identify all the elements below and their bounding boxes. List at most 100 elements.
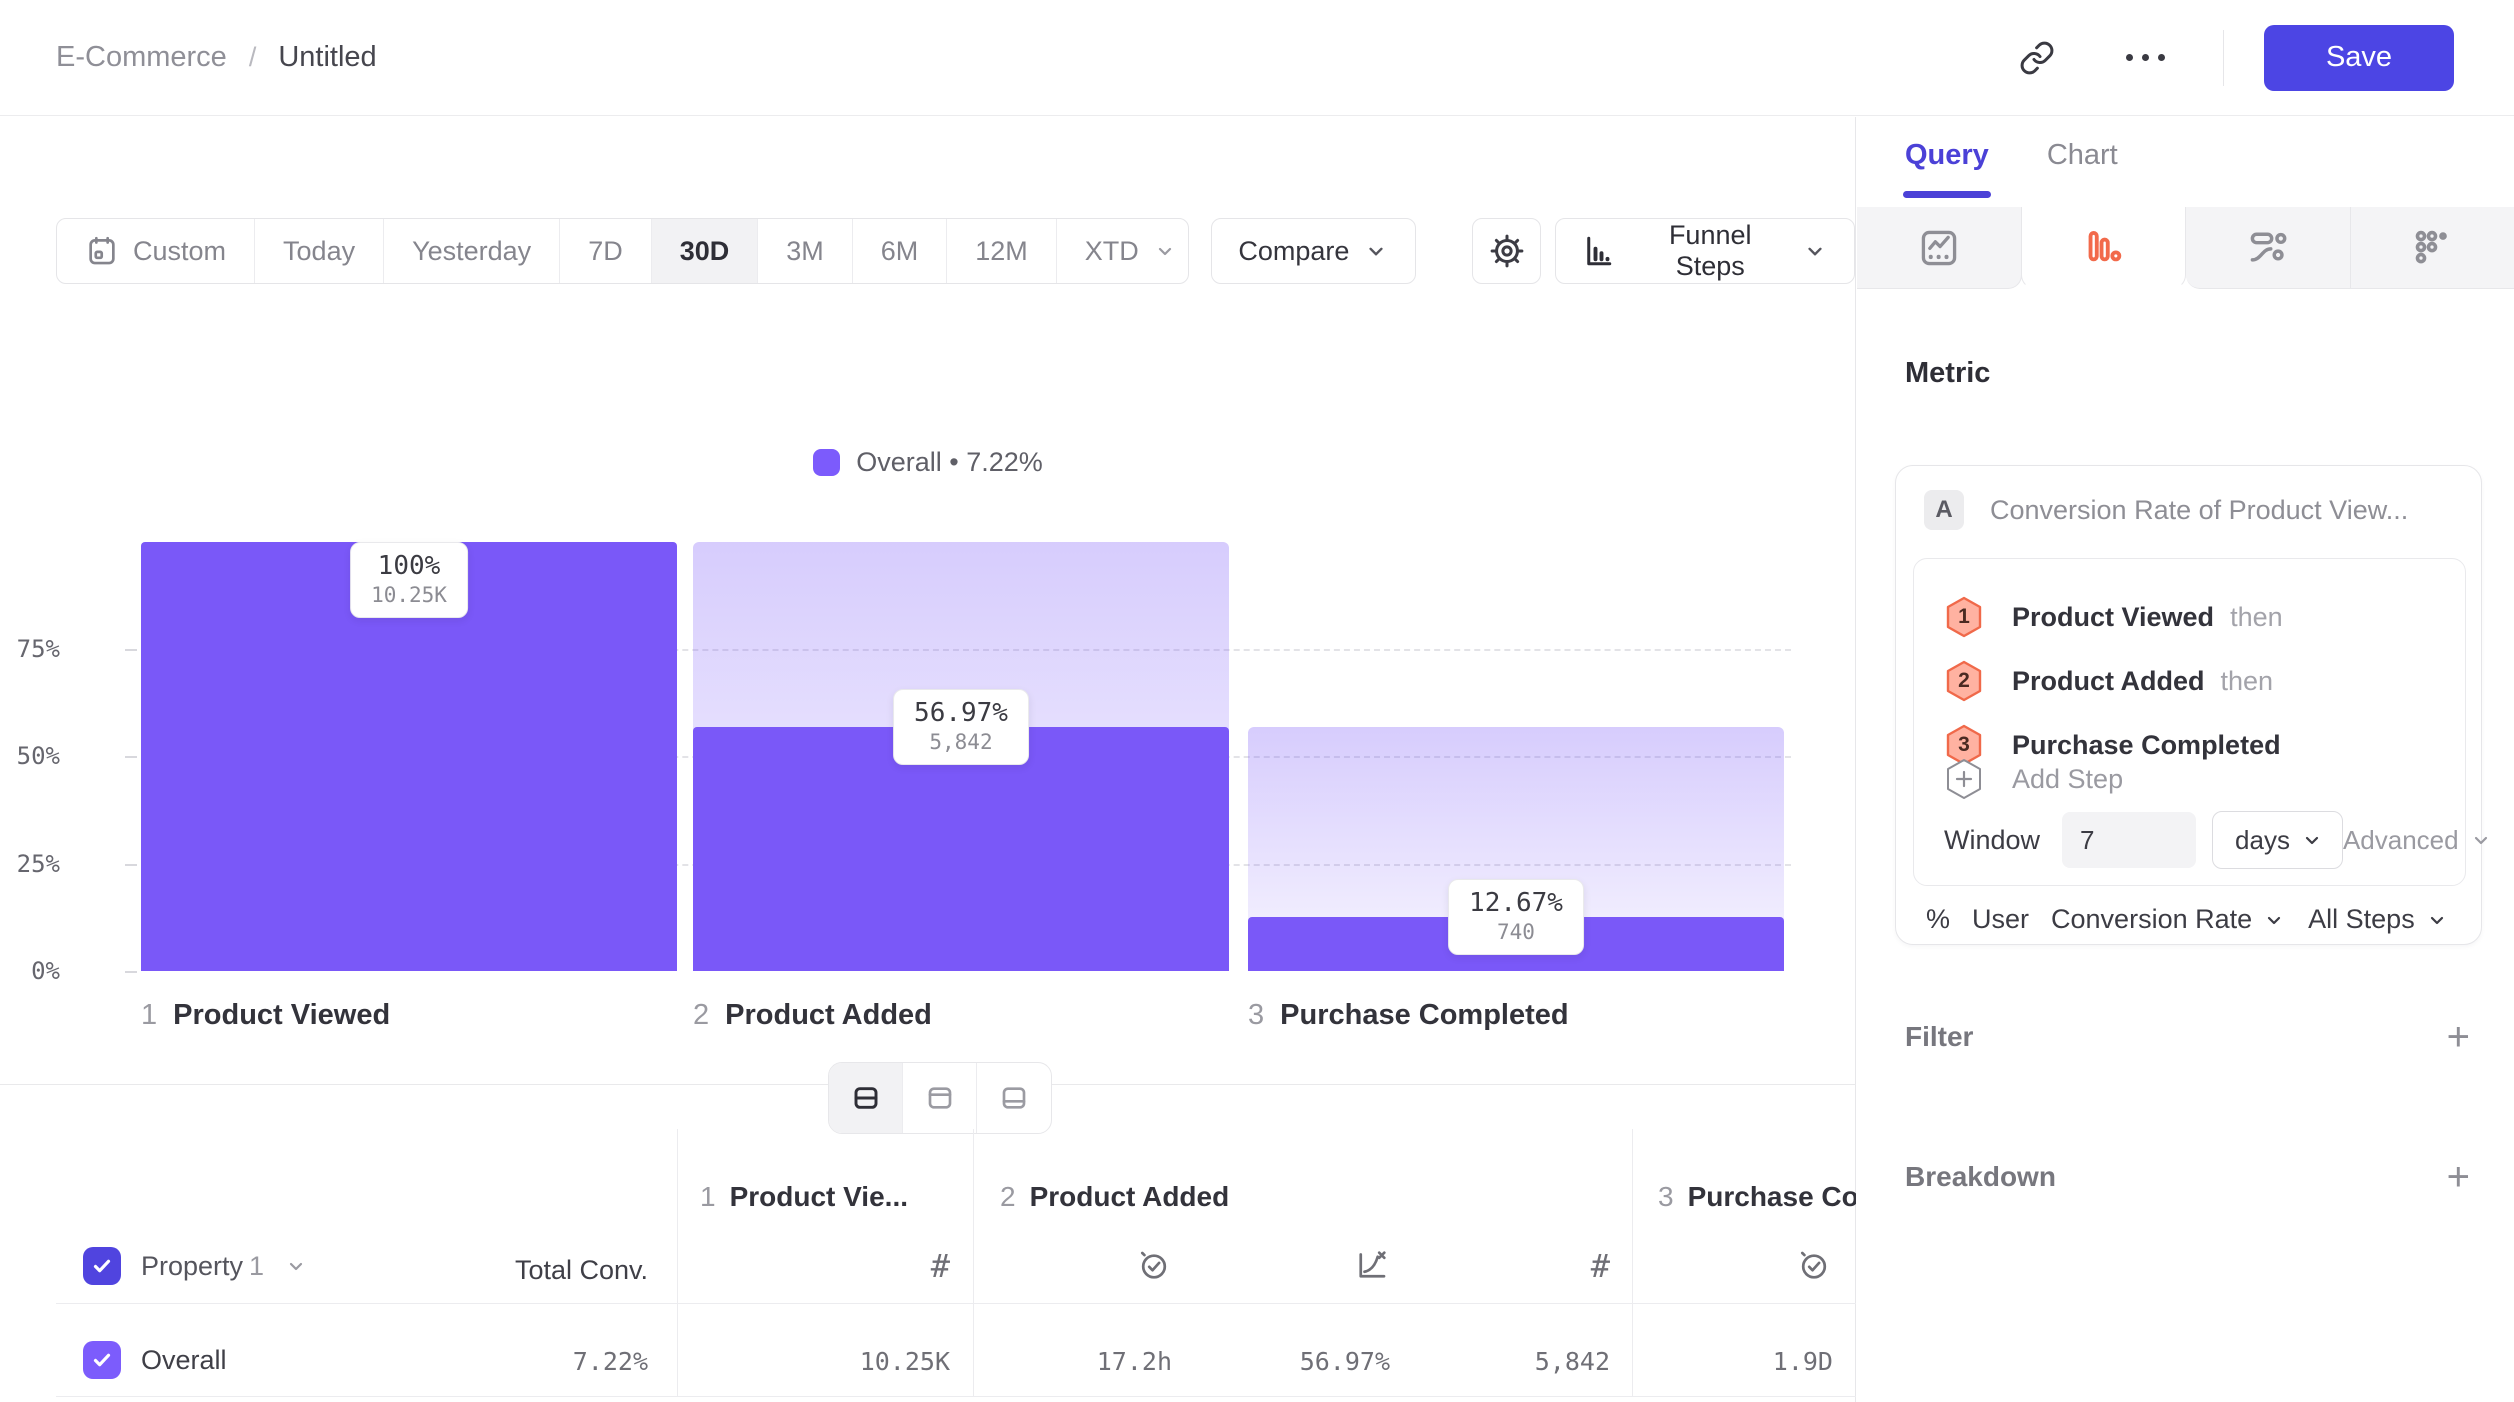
top-actions: Save: [2005, 25, 2454, 91]
date-range-12m[interactable]: 12M: [947, 219, 1057, 283]
view-table-only-button[interactable]: [977, 1063, 1051, 1133]
hash-icon: #: [1591, 1247, 1610, 1285]
step-number-badge: 2: [1944, 659, 1984, 703]
chart-legend[interactable]: Overall • 7.22%: [0, 447, 1856, 478]
total-conv-header[interactable]: Total Conv.: [400, 1255, 648, 1286]
query-step-2[interactable]: 2 Product Added then: [1944, 659, 2273, 703]
date-range-yesterday[interactable]: Yesterday: [384, 219, 560, 283]
table-group-step-1[interactable]: 1Product Vie...: [700, 1181, 908, 1213]
date-range-xtd[interactable]: XTD: [1057, 219, 1190, 283]
tab-chart[interactable]: Chart: [2047, 139, 2118, 198]
metric-title-row[interactable]: A Conversion Rate of Product View...: [1924, 490, 2408, 530]
date-range-custom[interactable]: Custom: [57, 219, 255, 283]
window-unit-dropdown[interactable]: days: [2212, 811, 2343, 869]
retention-dots-icon: [2410, 226, 2454, 270]
funnel-chart-icon: [1582, 233, 1618, 269]
funnel-bar-step-2[interactable]: 56.97% 5,842: [693, 542, 1229, 971]
table-view-toggle: [828, 1062, 1052, 1134]
chevron-down-icon: [1802, 238, 1828, 264]
breadcrumb-separator: /: [249, 42, 257, 73]
x-axis-step-label-2: 2Product Added: [693, 999, 932, 1032]
copy-link-button[interactable]: [2005, 26, 2069, 90]
add-breakdown-button[interactable]: +: [2447, 1157, 2470, 1197]
percent-icon: %: [1926, 904, 1950, 935]
more-options-icon: [2126, 54, 2165, 61]
metric-column-avg-time-2[interactable]: [1732, 1247, 1832, 1283]
advanced-dropdown[interactable]: Advanced: [2343, 825, 2493, 856]
metric-column-avg-time[interactable]: [1072, 1247, 1172, 1283]
add-step-button[interactable]: Add Step: [1944, 757, 2123, 801]
report-canvas: Custom Today Yesterday 7D 30D 3M 6M 12M …: [0, 117, 1856, 1402]
time-check-icon: [1796, 1247, 1832, 1283]
select-all-checkbox[interactable]: [83, 1247, 121, 1285]
measure-dropdown[interactable]: Conversion Rate: [2051, 904, 2286, 935]
add-filter-button[interactable]: +: [2447, 1017, 2470, 1057]
counting-method[interactable]: User: [1972, 904, 2029, 935]
filter-section: Filter +: [1905, 1017, 2470, 1057]
split-view-icon: [850, 1082, 882, 1114]
query-step-1[interactable]: 1 Product Viewed then: [1944, 595, 2283, 639]
legend-swatch: [813, 449, 840, 476]
metric-column-conv-rate[interactable]: [1290, 1247, 1390, 1283]
rate-chart-icon: [1354, 1247, 1390, 1283]
query-sidebar: Query Chart: [1857, 117, 2514, 1402]
save-button[interactable]: Save: [2264, 25, 2454, 91]
funnel-steps-card: 1 Product Viewed then 2 Product Added th…: [1913, 558, 2466, 886]
breadcrumb: E-Commerce / Untitled: [56, 41, 377, 74]
metric-title: Conversion Rate of Product View...: [1990, 495, 2408, 526]
hash-icon: #: [931, 1247, 950, 1285]
date-range-7d[interactable]: 7D: [560, 219, 652, 283]
date-range-6m[interactable]: 6M: [853, 219, 948, 283]
cell-step2-count: 5,842: [1410, 1347, 1610, 1376]
steps-scope-dropdown[interactable]: All Steps: [2308, 904, 2449, 935]
chart-settings-button[interactable]: [1472, 218, 1541, 284]
funnel-bar-step-3[interactable]: 12.67% 740: [1248, 542, 1784, 971]
report-type-strip: [1857, 207, 2514, 289]
y-axis-tick: 0%: [0, 957, 60, 985]
report-type-funnels-selected[interactable]: [2021, 207, 2187, 289]
view-chart-only-button[interactable]: [903, 1063, 977, 1133]
flows-icon: [2246, 226, 2290, 270]
date-range-3m[interactable]: 3M: [758, 219, 853, 283]
x-axis-step-label-1: 1Product Viewed: [141, 999, 390, 1032]
metric-heading: Metric: [1905, 357, 1990, 390]
date-range-today[interactable]: Today: [255, 219, 384, 283]
report-type-insights[interactable]: [1857, 207, 2022, 289]
cell-step2-time: 17.2h: [972, 1347, 1172, 1376]
calendar-icon: [85, 234, 119, 268]
gear-icon: [1488, 232, 1526, 270]
breadcrumb-project[interactable]: E-Commerce: [56, 41, 227, 74]
property-header: Property1: [83, 1247, 308, 1285]
measurement-row: % User Conversion Rate All Steps: [1926, 904, 2449, 935]
window-value-input[interactable]: [2062, 812, 2196, 868]
chevron-down-icon: [1363, 238, 1389, 264]
conversion-window-row: Window days Advanced: [1944, 811, 2444, 869]
funnel-value-label: 12.67% 740: [1448, 879, 1584, 955]
funnel-bars-icon: [2081, 226, 2125, 270]
report-type-retention[interactable]: [2351, 207, 2514, 289]
more-options-button[interactable]: [2113, 26, 2177, 90]
date-range-30d-selected[interactable]: 30D: [652, 219, 759, 283]
cell-step2-rate: 56.97%: [1190, 1347, 1390, 1376]
metric-column-uniques[interactable]: #: [850, 1247, 950, 1285]
table-group-step-2[interactable]: 2Product Added: [1000, 1181, 1229, 1213]
bottom-pane-view-icon: [998, 1082, 1030, 1114]
compare-button[interactable]: Compare: [1211, 218, 1416, 284]
metric-column-count[interactable]: #: [1510, 1247, 1610, 1285]
table-group-step-3[interactable]: 3Purchase Completed: [1658, 1181, 1856, 1213]
funnel-value-label: 100% 10.25K: [350, 542, 468, 618]
row-checkbox[interactable]: [83, 1341, 121, 1379]
funnel-report-app: E-Commerce / Untitled Save: [0, 0, 2514, 1402]
funnel-bar-step-1[interactable]: 100% 10.25K: [141, 542, 677, 971]
visualization-picker-button[interactable]: Funnel Steps: [1555, 218, 1855, 284]
top-pane-view-icon: [924, 1082, 956, 1114]
metric-card: A Conversion Rate of Product View... 1 P…: [1895, 465, 2482, 945]
cell-total-conv: 7.22%: [448, 1347, 648, 1376]
view-split-button[interactable]: [829, 1063, 903, 1133]
chevron-down-icon[interactable]: [284, 1254, 308, 1278]
top-bar: E-Commerce / Untitled Save: [0, 0, 2514, 116]
report-type-flows[interactable]: [2186, 207, 2351, 289]
tab-query[interactable]: Query: [1905, 139, 1989, 198]
property-dropdown[interactable]: Property1: [141, 1251, 264, 1282]
breadcrumb-report-title[interactable]: Untitled: [278, 41, 376, 74]
